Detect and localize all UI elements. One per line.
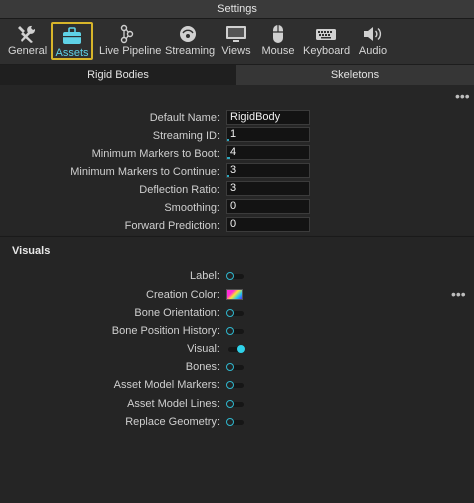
toolbar-audio-button[interactable]: Audio	[357, 22, 389, 62]
tab-skeletons[interactable]: Skeletons	[236, 65, 474, 85]
field-progress-bar	[227, 175, 229, 177]
toolbar-keyboard-button[interactable]: Keyboard	[303, 22, 351, 62]
streaming-id-field[interactable]: 1	[226, 127, 310, 142]
default-name-field[interactable]: RigidBody	[226, 110, 310, 125]
bones-label: Bones:	[185, 361, 220, 373]
toolbar-item-label: Live Pipeline	[99, 45, 162, 57]
bone-orientation-toggle[interactable]	[226, 309, 244, 318]
field-value: RigidBody	[230, 111, 281, 123]
tools-icon	[18, 25, 36, 43]
field-value: 0	[230, 200, 237, 212]
briefcase-icon	[63, 27, 81, 44]
pipeline-icon	[120, 24, 134, 44]
smoothing-field[interactable]: 0	[226, 199, 310, 214]
toolbar-mouse-button[interactable]: Mouse	[260, 22, 296, 62]
replace-geometry-toggle[interactable]	[226, 418, 244, 427]
toolbar-assets-button[interactable]: Assets	[51, 22, 93, 60]
min-markers-boot-field[interactable]: 4	[226, 145, 310, 160]
asset-model-lines-toggle[interactable]	[226, 400, 244, 409]
mouse-icon	[273, 25, 283, 43]
toolbar-item-label: Views	[221, 45, 251, 57]
settings-toolbar: General Assets Live Pipeline Streaming V…	[0, 19, 474, 65]
toolbar-item-label: Audio	[358, 45, 388, 57]
more-options-icon[interactable]: •••	[455, 89, 470, 103]
tab-rigid-bodies[interactable]: Rigid Bodies	[0, 65, 236, 85]
smoothing-label: Smoothing:	[164, 202, 220, 214]
asset-model-lines-label: Asset Model Lines:	[127, 398, 220, 410]
visuals-section-title: Visuals	[12, 245, 51, 257]
field-progress-bar	[227, 139, 229, 141]
toolbar-item-label: Assets	[55, 47, 89, 59]
creation-color-label: Creation Color:	[146, 289, 220, 301]
toolbar-item-label: General	[8, 45, 48, 57]
min-markers-continue-field[interactable]: 3	[226, 163, 310, 178]
min-markers-continue-label: Minimum Markers to Continue:	[70, 166, 220, 178]
bone-position-history-toggle[interactable]	[226, 327, 244, 336]
streaming-id-label: Streaming ID:	[152, 130, 220, 142]
tab-label: Skeletons	[330, 69, 380, 81]
label-toggle-label: Label:	[190, 270, 220, 282]
toolbar-item-label: Mouse	[261, 45, 295, 57]
replace-geometry-label: Replace Geometry:	[125, 416, 220, 428]
field-value: 4	[230, 146, 237, 158]
forward-prediction-field[interactable]: 0	[226, 217, 310, 232]
field-value: 1	[230, 128, 237, 140]
default-name-label: Default Name:	[149, 112, 220, 124]
asset-model-markers-toggle[interactable]	[226, 381, 244, 390]
speaker-icon	[364, 27, 382, 41]
deflection-ratio-field[interactable]: 3	[226, 181, 310, 196]
visual-toggle-label: Visual:	[187, 343, 220, 355]
asset-model-markers-label: Asset Model Markers:	[113, 379, 220, 391]
bones-toggle[interactable]	[226, 363, 244, 372]
forward-prediction-label: Forward Prediction:	[124, 220, 220, 232]
bone-orientation-label: Bone Orientation:	[134, 307, 220, 319]
field-value: 3	[230, 164, 237, 176]
section-divider	[0, 236, 474, 237]
keyboard-icon	[316, 29, 336, 40]
field-value: 3	[230, 182, 237, 194]
creation-color-swatch[interactable]	[226, 289, 243, 300]
toolbar-general-button[interactable]: General	[8, 22, 48, 62]
window-title: Settings	[0, 0, 474, 19]
min-markers-boot-label: Minimum Markers to Boot:	[91, 148, 220, 160]
monitor-icon	[226, 26, 246, 42]
field-value: 0	[230, 218, 237, 230]
visual-toggle[interactable]	[226, 345, 245, 354]
streaming-icon	[180, 26, 196, 42]
toolbar-item-label: Streaming	[165, 45, 216, 57]
field-progress-bar	[227, 157, 230, 159]
toolbar-live-pipeline-button[interactable]: Live Pipeline	[99, 22, 162, 62]
toolbar-item-label: Keyboard	[303, 45, 351, 57]
label-toggle[interactable]	[226, 272, 244, 281]
bone-position-history-label: Bone Position History:	[111, 325, 220, 337]
toolbar-views-button[interactable]: Views	[220, 22, 252, 62]
deflection-ratio-label: Deflection Ratio:	[139, 184, 220, 196]
toolbar-streaming-button[interactable]: Streaming	[165, 22, 216, 62]
tab-label: Rigid Bodies	[87, 69, 149, 81]
settings-tabs: Rigid Bodies Skeletons	[0, 65, 474, 85]
creation-color-more-icon[interactable]: •••	[451, 287, 466, 301]
